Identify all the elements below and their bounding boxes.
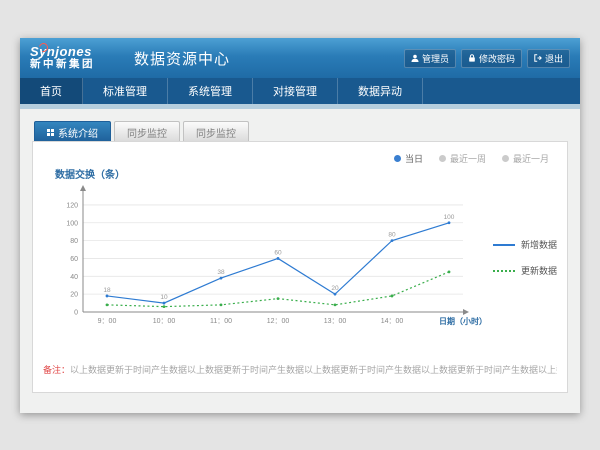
legend-label: 新增数据 xyxy=(521,238,557,251)
svg-text:18: 18 xyxy=(103,287,111,294)
svg-text:60: 60 xyxy=(70,256,78,263)
legend-label: 更新数据 xyxy=(521,264,557,277)
range-filters: 当日 最近一周 最近一月 xyxy=(394,152,549,165)
nav-item-home[interactable]: 首页 xyxy=(20,78,83,104)
legend-new-data[interactable]: 新增数据 xyxy=(493,238,557,251)
svg-text:10: 10 xyxy=(160,294,168,301)
filter-label: 最近一月 xyxy=(513,152,549,165)
svg-text:38: 38 xyxy=(217,269,225,276)
svg-text:14：00: 14：00 xyxy=(381,318,404,325)
radio-dot-icon xyxy=(394,155,401,162)
admin-button-label: 管理员 xyxy=(422,52,449,65)
footnote-label: 备注： xyxy=(43,365,70,375)
tab-system-intro[interactable]: 系统介绍 xyxy=(34,121,111,142)
header: Synjones 新中新集团 数据资源中心 管理员 修改密码 退出 xyxy=(20,38,580,78)
svg-text:20: 20 xyxy=(331,285,339,292)
filter-today[interactable]: 当日 xyxy=(394,152,423,165)
page-title: 数据资源中心 xyxy=(134,48,230,69)
tab-label: 同步监控 xyxy=(196,125,236,140)
filter-label: 最近一周 xyxy=(450,152,486,165)
logout-icon xyxy=(534,54,542,62)
nav-item-standard-mgmt[interactable]: 标准管理 xyxy=(83,78,168,104)
line-chart: 0 20 40 60 80 100 120 9：00 10：00 11：00 12：00 13：00 1… xyxy=(49,182,489,332)
user-icon xyxy=(411,54,419,62)
nav-item-data-change[interactable]: 数据异动 xyxy=(338,78,423,104)
svg-text:80: 80 xyxy=(70,238,78,245)
chart-panel: 当日 最近一周 最近一月 数据交换（条） 0 20 40 60 80 100 120 9：00… xyxy=(32,141,568,393)
svg-text:40: 40 xyxy=(70,274,78,281)
svg-text:80: 80 xyxy=(388,232,396,239)
svg-text:13：00: 13：00 xyxy=(324,318,347,325)
change-password-label: 修改密码 xyxy=(479,52,515,65)
radio-dot-icon xyxy=(502,155,509,162)
solid-line-icon xyxy=(493,244,515,246)
dotted-line-icon xyxy=(493,270,515,272)
svg-text:100: 100 xyxy=(66,220,78,227)
svg-text:120: 120 xyxy=(66,202,78,209)
logo-subtext: 新中新集团 xyxy=(30,58,120,71)
legend-updated-data[interactable]: 更新数据 xyxy=(493,264,557,277)
svg-text:0: 0 xyxy=(74,310,78,317)
svg-text:10：00: 10：00 xyxy=(153,318,176,325)
tab-sync-monitor-1[interactable]: 同步监控 xyxy=(114,121,180,142)
filter-label: 当日 xyxy=(405,152,423,165)
footnote: 备注：以上数据更新于时间产生数据以上数据更新于时间产生数据以上数据更新于时间产生… xyxy=(43,363,557,376)
admin-button[interactable]: 管理员 xyxy=(404,49,456,68)
header-actions: 管理员 修改密码 退出 xyxy=(404,38,570,78)
tab-label: 同步监控 xyxy=(127,125,167,140)
brand-logo: Synjones 新中新集团 xyxy=(30,45,120,71)
svg-text:20: 20 xyxy=(70,292,78,299)
filter-last-month[interactable]: 最近一月 xyxy=(502,152,549,165)
svg-text:日期（小时）: 日期（小时） xyxy=(439,316,487,326)
svg-text:12：00: 12：00 xyxy=(267,318,290,325)
main-content: 系统介绍 同步监控 同步监控 当日 最近一周 xyxy=(20,109,580,413)
y-axis-title: 数据交换（条） xyxy=(55,166,125,181)
footnote-text: 以上数据更新于时间产生数据以上数据更新于时间产生数据以上数据更新于时间产生数据以… xyxy=(70,365,557,375)
nav-item-interface-mgmt[interactable]: 对接管理 xyxy=(253,78,338,104)
tab-bar: 系统介绍 同步监控 同步监控 xyxy=(34,121,568,142)
radio-dot-icon xyxy=(439,155,446,162)
svg-text:60: 60 xyxy=(274,249,282,256)
logout-label: 退出 xyxy=(545,52,563,65)
tab-label: 系统介绍 xyxy=(58,125,98,140)
change-password-button[interactable]: 修改密码 xyxy=(461,49,522,68)
tab-sync-monitor-2[interactable]: 同步监控 xyxy=(183,121,249,142)
lock-icon xyxy=(468,54,476,62)
logout-button[interactable]: 退出 xyxy=(527,49,570,68)
filter-last-week[interactable]: 最近一周 xyxy=(439,152,486,165)
svg-text:11：00: 11：00 xyxy=(210,318,232,325)
nav-item-system-mgmt[interactable]: 系统管理 xyxy=(168,78,253,104)
app-window: Synjones 新中新集团 数据资源中心 管理员 修改密码 退出 首页 标准管… xyxy=(20,38,580,413)
grid-icon xyxy=(47,129,54,136)
main-nav: 首页 标准管理 系统管理 对接管理 数据异动 xyxy=(20,78,580,104)
svg-text:100: 100 xyxy=(444,214,455,221)
svg-text:9：00: 9：00 xyxy=(98,318,117,325)
series-legend: 新增数据 更新数据 xyxy=(493,238,557,277)
